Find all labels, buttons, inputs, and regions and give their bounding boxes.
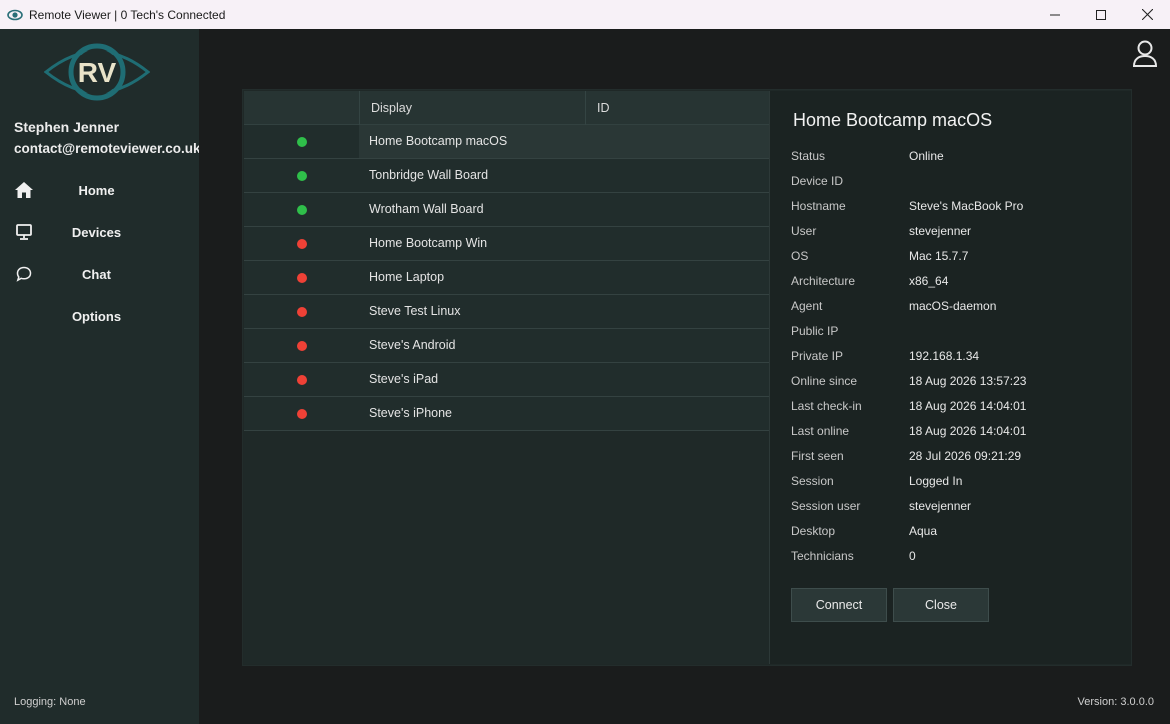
- field-label-session-user: Session user: [791, 499, 861, 513]
- table-row[interactable]: Home Laptop: [244, 261, 769, 295]
- field-label-user: User: [791, 224, 817, 238]
- field-value-private-ip: 192.168.1.34: [909, 349, 980, 363]
- table-row[interactable]: Tonbridge Wall Board: [244, 159, 769, 193]
- field-label-session: Session: [791, 474, 834, 488]
- app-eye-icon: [7, 7, 23, 23]
- user-email: contact@remoteviewer.co.uk: [14, 141, 199, 156]
- close-icon: [1141, 9, 1153, 20]
- field-label-desktop: Desktop: [791, 524, 836, 538]
- table-row[interactable]: Steve's iPhone: [244, 397, 769, 431]
- field-label-hostname: Hostname: [791, 199, 846, 213]
- offline-status-dot: [297, 307, 307, 317]
- account-icon[interactable]: [1132, 40, 1158, 68]
- device-display-name: Steve's iPad: [369, 372, 439, 386]
- table-row[interactable]: Home Bootcamp Win: [244, 227, 769, 261]
- minimize-button[interactable]: [1032, 0, 1078, 29]
- table-row[interactable]: Wrotham Wall Board: [244, 193, 769, 227]
- field-label-status: Status: [791, 149, 826, 163]
- field-value-session-user: stevejenner: [909, 499, 972, 513]
- sidebar: RV Stephen Jenner contact@remoteviewer.c…: [0, 29, 199, 724]
- field-value-session: Logged In: [909, 474, 963, 488]
- logo-text: RV: [78, 57, 117, 88]
- online-status-dot: [297, 137, 307, 147]
- device-display-name: Home Bootcamp Win: [369, 236, 488, 250]
- nav-options[interactable]: Options: [0, 299, 199, 333]
- field-value-os: Mac 15.7.7: [909, 249, 969, 263]
- rv-logo: RV: [43, 39, 151, 105]
- field-value-last-check-in: 18 Aug 2026 14:04:01: [909, 399, 1027, 413]
- device-display-name: Home Laptop: [369, 270, 445, 284]
- nav-home-label: Home: [78, 182, 115, 198]
- maximize-button[interactable]: [1078, 0, 1124, 29]
- device-display-name: Steve's iPhone: [369, 406, 452, 420]
- nav-chat[interactable]: Chat: [0, 257, 199, 291]
- table-row[interactable]: Home Bootcamp macOS: [244, 125, 769, 159]
- nav-devices-label: Devices: [71, 224, 122, 240]
- column-header-display[interactable]: Display: [359, 91, 585, 125]
- field-value-desktop: Aqua: [909, 524, 938, 538]
- column-header-id[interactable]: ID: [585, 91, 769, 125]
- details-title: Home Bootcamp macOS: [793, 110, 993, 130]
- field-value-first-seen: 28 Jul 2026 09:21:29: [909, 449, 1022, 463]
- connect-button[interactable]: Connect: [791, 588, 887, 622]
- version-label: Version: 3.0.0.0: [1077, 696, 1154, 708]
- user-name: Stephen Jenner: [14, 119, 120, 135]
- table-row[interactable]: Steve's Android: [244, 329, 769, 363]
- column-header-status[interactable]: [244, 91, 359, 125]
- field-label-private-ip: Private IP: [791, 349, 844, 363]
- close-button[interactable]: Close: [893, 588, 989, 622]
- nav-home[interactable]: Home: [0, 173, 199, 207]
- device-display-name: Wrotham Wall Board: [369, 202, 484, 216]
- nav-options-label: Options: [71, 308, 122, 324]
- window-title: Remote Viewer | 0 Tech's Connected: [29, 7, 226, 22]
- title-bar: Remote Viewer | 0 Tech's Connected: [0, 0, 1170, 29]
- online-status-dot: [297, 205, 307, 215]
- field-label-first-seen: First seen: [791, 449, 844, 463]
- field-label-last-check-in: Last check-in: [791, 399, 862, 413]
- device-display-name: Home Bootcamp macOS: [359, 125, 769, 158]
- table-row[interactable]: Steve Test Linux: [244, 295, 769, 329]
- field-label-last-online: Last online: [791, 424, 850, 438]
- maximize-icon: [1096, 9, 1106, 20]
- table-row[interactable]: Steve's iPad: [244, 363, 769, 397]
- field-label-public-ip: Public IP: [791, 324, 839, 338]
- field-label-device-id: Device ID: [791, 174, 844, 188]
- device-display-name: Steve's Android: [369, 338, 456, 352]
- device-display-name: Steve Test Linux: [369, 304, 461, 318]
- online-status-dot: [297, 171, 307, 181]
- close-window-button[interactable]: [1124, 0, 1170, 29]
- device-details-pane: Home Bootcamp macOS Status Online Device…: [769, 91, 1131, 664]
- offline-status-dot: [297, 375, 307, 385]
- table-header: Display ID: [244, 91, 769, 125]
- field-value-user: stevejenner: [909, 224, 972, 238]
- nav-chat-label: Chat: [82, 266, 111, 282]
- field-value-status: Online: [909, 149, 944, 163]
- field-value-online-since: 18 Aug 2026 13:57:23: [909, 374, 1027, 388]
- field-label-architecture: Architecture: [791, 274, 856, 288]
- offline-status-dot: [297, 409, 307, 419]
- logging-status: Logging: None: [14, 696, 86, 708]
- field-label-os: OS: [791, 249, 809, 263]
- field-value-last-online: 18 Aug 2026 14:04:01: [909, 424, 1027, 438]
- field-label-online-since: Online since: [791, 374, 858, 388]
- offline-status-dot: [297, 273, 307, 283]
- field-value-technicians: 0: [909, 549, 916, 563]
- device-table: Display ID Home Bootcamp macOS Tonbridge…: [244, 91, 769, 664]
- offline-status-dot: [297, 341, 307, 351]
- offline-status-dot: [297, 239, 307, 249]
- field-label-technicians: Technicians: [791, 549, 854, 563]
- field-value-architecture: x86_64: [909, 274, 949, 288]
- field-value-hostname: Steve's MacBook Pro: [909, 199, 1024, 213]
- field-value-agent: macOS-daemon: [909, 299, 997, 313]
- field-label-agent: Agent: [791, 299, 823, 313]
- minimize-icon: [1050, 14, 1060, 15]
- device-display-name: Tonbridge Wall Board: [369, 168, 489, 182]
- nav-devices[interactable]: Devices: [0, 215, 199, 249]
